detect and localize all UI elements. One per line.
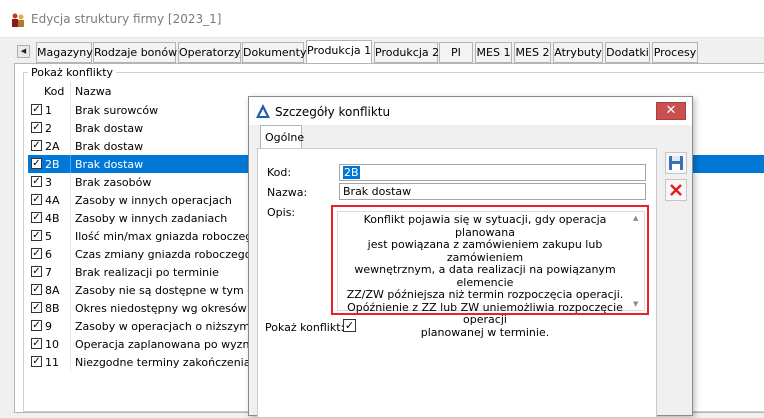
opis-line: Opóźnienie z ZZ lub ZW uniemożliwia rozp… (347, 300, 623, 326)
row-nazwa: Brak zasobów (75, 176, 152, 189)
row-nazwa: Zasoby nie są dostępne w tym okres (75, 284, 278, 297)
column-header-nazwa[interactable]: Nazwa (75, 85, 111, 98)
tab-dodatki[interactable]: Dodatki (605, 42, 650, 63)
dialog-title: Szczegóły konfliktu (275, 105, 391, 119)
row-nazwa: Zasoby w operacjach o niższym prio (75, 320, 275, 333)
row-checkbox[interactable]: ✓ (31, 230, 42, 241)
tab-operatorzy[interactable]: Operatorzy (178, 42, 241, 63)
row-checkbox[interactable]: ✓ (31, 356, 42, 367)
dialog-close-button[interactable]: ✕ (656, 102, 686, 120)
opis-text: Konflikt pojawia się w sytuacji, gdy ope… (344, 213, 626, 339)
conflict-details-dialog: Szczegóły konfliktu ✕ Ogólne Kod: 2B Naz… (248, 96, 693, 418)
row-checkbox[interactable]: ✓ (31, 248, 42, 259)
scroll-up-icon: ▲ (633, 214, 639, 222)
row-nazwa: Brak realizacji po terminie (75, 266, 219, 279)
row-kod: 11 (45, 356, 59, 369)
kod-value: 2B (343, 166, 360, 179)
row-kod: 2 (45, 122, 52, 135)
close-icon: ✕ (665, 103, 677, 118)
opis-line: ZZ/ZW późniejsza niż termin rozpoczęcia … (346, 288, 624, 301)
tab-ogolne[interactable]: Ogólne (260, 125, 304, 149)
tab-atrybuty[interactable]: Atrybuty (553, 42, 603, 63)
row-kod: 2A (45, 140, 60, 153)
row-kod: 3 (45, 176, 52, 189)
window-titlebar: Edycja struktury firmy [2023_1] (0, 0, 764, 38)
dialog-titlebar: Szczegóły konfliktu ✕ (249, 97, 692, 125)
pokaz-konflikt-checkbox[interactable]: ✓ (343, 319, 356, 332)
nazwa-label: Nazwa: (267, 186, 308, 199)
row-checkbox[interactable]: ✓ (31, 302, 42, 313)
row-kod: 9 (45, 320, 52, 333)
opis-line: Konflikt pojawia się w sytuacji, gdy ope… (363, 213, 607, 239)
opis-scrollbar[interactable]: ▲ ▼ (630, 212, 644, 310)
tab-strip: ◀ Magazyny Rodzaje bonów Operatorzy Doku… (0, 40, 764, 64)
row-checkbox[interactable]: ✓ (31, 158, 42, 169)
row-checkbox[interactable]: ✓ (31, 122, 42, 133)
tab-mes-1[interactable]: MES 1 (475, 42, 512, 63)
opis-line: planowanej w terminie. (420, 325, 550, 339)
tab-produkcja-1[interactable]: Produkcja 1 (306, 40, 372, 64)
row-kod: 8A (45, 284, 60, 297)
row-kod: 6 (45, 248, 52, 261)
row-nazwa: Operacja zaplanowana po wyznacz (75, 338, 268, 351)
opis-textarea[interactable]: Konflikt pojawia się w sytuacji, gdy ope… (337, 211, 645, 338)
row-nazwa: Brak dostaw (75, 122, 144, 135)
row-nazwa: Brak dostaw (75, 140, 144, 153)
row-checkbox[interactable]: ✓ (31, 266, 42, 277)
row-kod: 5 (45, 230, 52, 243)
tab-magazyny[interactable]: Magazyny (36, 42, 93, 63)
users-icon (10, 12, 26, 28)
tab-dokumenty[interactable]: Dokumenty (242, 42, 306, 63)
tab-scroll-left-button[interactable]: ◀ (17, 45, 30, 58)
row-kod: 1 (45, 104, 52, 117)
row-kod: 7 (45, 266, 52, 279)
tab-procesy[interactable]: Procesy (652, 42, 698, 63)
group-label: Pokaż konflikty (28, 66, 117, 79)
opis-line: wewnętrznym, a data realizacji na powiąz… (354, 263, 616, 289)
save-button[interactable] (665, 152, 687, 174)
row-nazwa: Brak surowców (75, 104, 159, 117)
row-nazwa: Okres niedostępny wg okresów wsp (75, 302, 272, 315)
opis-label: Opis: (267, 206, 296, 219)
nazwa-field[interactable]: Brak dostaw (339, 183, 646, 200)
row-checkbox[interactable]: ✓ (31, 176, 42, 187)
row-checkbox[interactable]: ✓ (31, 104, 42, 115)
row-nazwa: Czas zmiany gniazda roboczego (75, 248, 252, 261)
tab-rodzaje-bonow[interactable]: Rodzaje bonów (93, 42, 177, 63)
pokaz-konflikt-label: Pokaż konflikt: (265, 321, 345, 334)
delete-button[interactable] (665, 179, 687, 201)
tab-produkcja-2[interactable]: Produkcja 2 (374, 42, 439, 63)
tab-pi[interactable]: PI (439, 42, 473, 63)
scroll-down-icon: ▼ (633, 300, 639, 308)
row-checkbox[interactable]: ✓ (31, 320, 42, 331)
row-nazwa: Zasoby w innych zadaniach (75, 212, 228, 225)
row-nazwa: Zasoby w innych operacjach (75, 194, 232, 207)
opis-highlight-frame: Konflikt pojawia się w sytuacji, gdy ope… (331, 205, 649, 338)
row-kod: 4A (45, 194, 60, 207)
row-checkbox[interactable]: ✓ (31, 338, 42, 349)
opis-line: jest powiązana z zamówieniem zakupu lub … (367, 238, 603, 264)
row-nazwa: Brak dostaw (75, 158, 144, 171)
row-kod: 8B (45, 302, 60, 315)
row-kod: 2B (45, 158, 60, 171)
row-kod: 10 (45, 338, 59, 351)
column-header-kod[interactable]: Kod (44, 85, 64, 98)
row-checkbox[interactable]: ✓ (31, 194, 42, 205)
row-kod: 4B (45, 212, 60, 225)
conflict-triangle-icon (255, 103, 271, 119)
row-checkbox[interactable]: ✓ (31, 140, 42, 151)
row-checkbox[interactable]: ✓ (31, 284, 42, 295)
window-title: Edycja struktury firmy [2023_1] (31, 12, 222, 26)
row-nazwa: Ilość min/max gniazda roboczego (75, 230, 259, 243)
tab-mes-2[interactable]: MES 2 (514, 42, 551, 63)
kod-label: Kod: (267, 166, 292, 179)
row-checkbox[interactable]: ✓ (31, 212, 42, 223)
kod-field[interactable]: 2B (339, 164, 646, 181)
